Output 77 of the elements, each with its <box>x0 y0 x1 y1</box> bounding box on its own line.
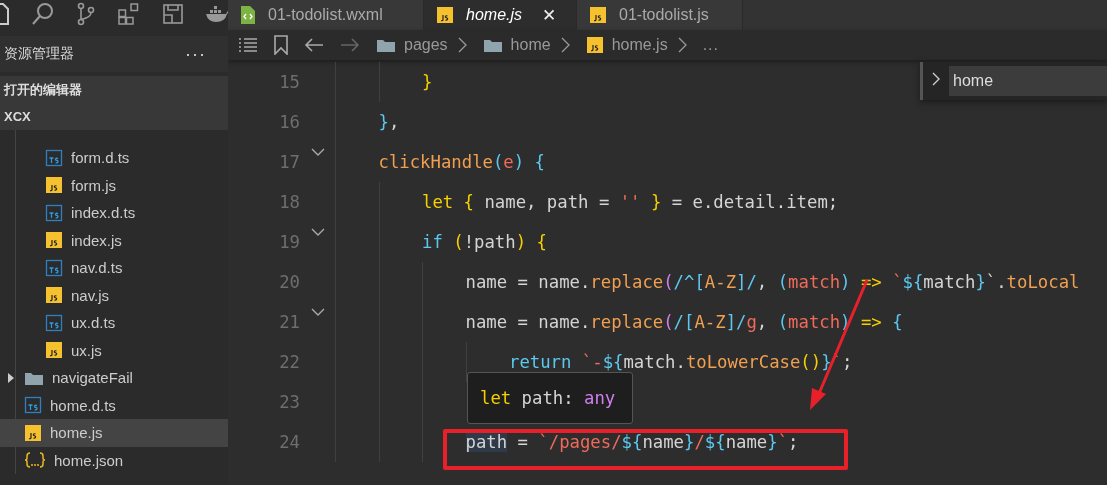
folder-icon <box>376 37 396 53</box>
fold-chevron-icon[interactable] <box>310 228 325 237</box>
bookmark-icon[interactable] <box>274 35 288 55</box>
code-line: name = name.replace(/[A-Z]/g, (match) => { <box>465 312 903 332</box>
section-header[interactable]: 打开的编辑器 <box>0 76 228 103</box>
breadcrumb-item[interactable]: home.js <box>585 36 668 54</box>
tree-item[interactable]: ux.d.ts <box>0 309 228 337</box>
section-header[interactable]: XCX <box>0 103 228 130</box>
editor-tab[interactable]: home.js ✕ <box>424 0 577 30</box>
file-icon[interactable] <box>0 3 10 25</box>
layout-icon[interactable] <box>162 3 184 25</box>
folder-icon <box>482 37 503 53</box>
line-number: 23 <box>278 392 300 412</box>
tree-item[interactable]: home.js <box>0 419 228 447</box>
js-file-icon <box>24 423 42 442</box>
breadcrumb-item[interactable]: ... <box>702 36 719 54</box>
tree-item[interactable]: ux.js <box>0 336 228 364</box>
chevron-icon <box>457 37 467 53</box>
code-file-icon <box>240 5 256 25</box>
line-number: 15 <box>278 72 300 92</box>
list-icon[interactable] <box>238 37 258 53</box>
breadcrumb-item[interactable]: pages <box>376 36 448 54</box>
chevron-icon <box>677 37 687 53</box>
ts-file-icon <box>45 148 63 167</box>
explorer-title: 资源管理器 <box>4 45 74 63</box>
line-number: 20 <box>278 272 300 292</box>
code-line: clickHandle(e) { <box>378 152 545 172</box>
fold-chevron-icon[interactable] <box>310 308 325 317</box>
js-file-icon <box>585 36 604 54</box>
ts-file-icon <box>45 258 63 277</box>
fold-chevron-icon[interactable] <box>310 148 325 157</box>
tree-item[interactable]: nav.js <box>0 281 228 309</box>
whale-icon[interactable] <box>205 5 228 23</box>
line-number: 16 <box>278 112 300 132</box>
tree-item[interactable]: index.d.ts <box>0 199 228 227</box>
forward-arrow-icon[interactable] <box>340 37 360 53</box>
chevron-icon <box>560 37 570 53</box>
js-file-icon <box>436 6 454 24</box>
code-line: } <box>422 72 433 92</box>
extensions-icon[interactable] <box>117 2 141 26</box>
code-text: let path: any <box>480 388 616 408</box>
tree-item[interactable]: form.js <box>0 171 228 199</box>
code-line: path = `/pages/${name}/${name}`; <box>465 432 799 452</box>
search-icon[interactable] <box>31 2 55 26</box>
editor-tab[interactable]: 01-todolist.wxml <box>228 0 424 30</box>
tree-item[interactable]: home.d.ts <box>0 391 228 419</box>
more-button[interactable]: ··· <box>185 43 224 65</box>
find-field[interactable]: home <box>949 66 1107 96</box>
js-file-icon <box>45 341 63 360</box>
ts-file-icon <box>24 396 42 415</box>
js-file-icon <box>45 231 63 250</box>
caret-icon[interactable] <box>6 372 16 383</box>
ts-file-icon <box>45 313 63 332</box>
braces-icon <box>24 452 46 469</box>
line-number: 21 <box>278 312 300 332</box>
code-line: let { name, path = '' } = e.detail.item; <box>422 192 839 212</box>
js-file-icon <box>45 176 63 195</box>
line-number: 17 <box>278 152 300 172</box>
tree-item[interactable]: navigateFail <box>0 364 228 392</box>
breadcrumb-item[interactable]: home <box>482 36 551 54</box>
tree-item[interactable]: form.d.ts <box>0 144 228 172</box>
line-number: 24 <box>278 432 300 452</box>
js-file-icon <box>45 286 63 305</box>
code-line: }, <box>378 112 400 132</box>
back-arrow-icon[interactable] <box>304 37 324 53</box>
line-number: 22 <box>278 352 300 372</box>
tree-item[interactable]: index.js <box>0 226 228 254</box>
editor-tab[interactable]: 01-todolist.js <box>577 0 743 30</box>
ts-file-icon <box>45 203 63 222</box>
tree-item[interactable]: home.json <box>0 446 228 474</box>
js-file-icon <box>589 6 607 24</box>
branch-icon[interactable] <box>76 2 96 26</box>
line-number: 18 <box>278 192 300 212</box>
line-number: 19 <box>278 232 300 252</box>
tree-item[interactable]: nav.d.ts <box>0 254 228 282</box>
close-button[interactable]: ✕ <box>542 4 556 26</box>
code-line: if (!path) { <box>422 232 547 252</box>
